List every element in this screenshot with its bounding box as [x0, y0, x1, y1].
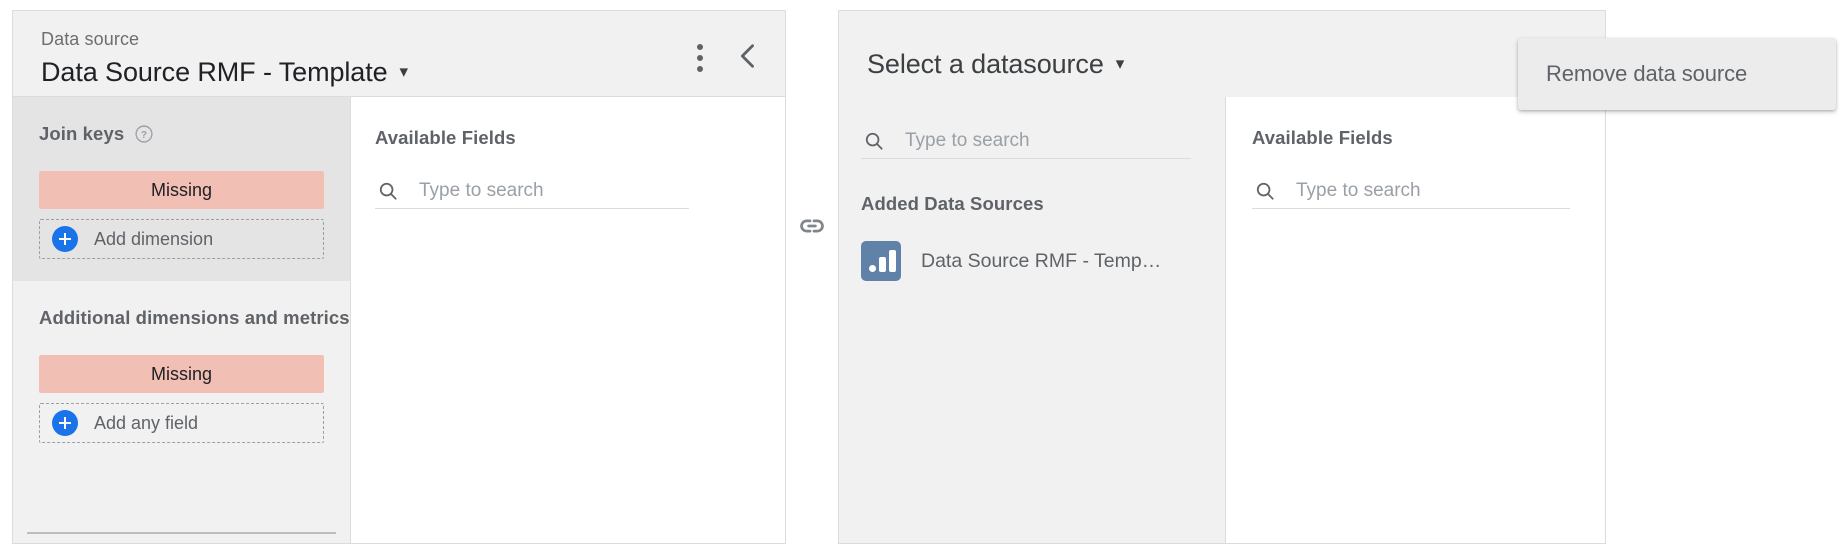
chevron-down-icon: ▾ [399, 62, 409, 81]
chart-bar [879, 257, 886, 272]
join-keys-label: Join keys [39, 123, 125, 144]
available-fields-panel-right: Available Fields Type to search [1225, 97, 1605, 543]
search-placeholder: Type to search [419, 179, 544, 201]
svg-text:?: ? [141, 130, 147, 141]
chevron-left-icon[interactable] [731, 39, 765, 73]
additional-fields-label: Additional dimensions and metrics [39, 307, 350, 328]
data-source-header: Data source Data Source RMF - Template ▾ [13, 11, 785, 97]
join-link-icon[interactable] [786, 206, 838, 246]
kebab-dot [697, 66, 703, 72]
data-source-selector[interactable]: Data Source RMF - Template ▾ [41, 57, 408, 88]
help-circle-icon[interactable]: ? [134, 124, 154, 144]
added-data-source-name: Data Source RMF - Temp… [921, 249, 1162, 272]
plus-icon [52, 226, 78, 252]
available-fields-search-left[interactable]: Type to search [375, 173, 689, 209]
remove-data-source-menu-item[interactable]: Remove data source [1518, 38, 1836, 110]
add-any-field-label: Add any field [94, 412, 199, 433]
more-vert-icon[interactable] [689, 44, 711, 72]
search-placeholder: Type to search [905, 129, 1030, 151]
kebab-dot [697, 55, 703, 61]
add-dimension-label: Add dimension [94, 228, 214, 249]
available-fields-search-right[interactable]: Type to search [1252, 173, 1570, 209]
added-data-sources-panel: Type to search Added Data Sources Data S… [839, 97, 1225, 543]
data-source-chart-icon [861, 241, 901, 281]
list-item[interactable]: Data Source RMF - Temp… [861, 241, 1225, 281]
missing-label: Missing [150, 179, 212, 200]
kebab-dot [697, 44, 703, 50]
available-fields-panel-left: Available Fields Type to search [351, 97, 785, 543]
datasource-search-input[interactable]: Type to search [861, 123, 1191, 159]
chart-bar [889, 250, 896, 272]
search-icon [377, 180, 399, 202]
join-configuration-panel: Join keys ? Missing Add dimension Additi… [13, 97, 351, 543]
additional-fields-title: Additional dimensions and metrics [39, 307, 350, 329]
added-data-sources-title: Added Data Sources [861, 193, 1044, 214]
join-keys-missing-chip[interactable]: Missing [39, 171, 324, 209]
select-datasource-card: Select a datasource ▾ Type to search Adde… [838, 10, 1606, 544]
search-placeholder: Type to search [1296, 179, 1421, 201]
missing-label: Missing [150, 363, 212, 384]
data-source-name: Data Source RMF - Template [41, 57, 388, 87]
plus-icon [52, 410, 78, 436]
chart-dot [869, 265, 876, 272]
add-dimension-button[interactable]: Add dimension [39, 219, 324, 259]
select-datasource-selector[interactable]: Select a datasource ▾ [867, 49, 1124, 80]
additional-fields-missing-chip[interactable]: Missing [39, 355, 324, 393]
additional-fields-section: Additional dimensions and metrics Missin… [13, 281, 350, 465]
search-icon [1254, 180, 1276, 202]
add-any-field-button[interactable]: Add any field [39, 403, 324, 443]
search-icon [863, 130, 885, 152]
data-source-label: Data source [41, 29, 140, 49]
data-source-body: Join keys ? Missing Add dimension Additi… [13, 97, 785, 543]
join-keys-section: Join keys ? Missing Add dimension [13, 97, 350, 281]
join-keys-title: Join keys ? [39, 123, 334, 145]
select-datasource-label: Select a datasource [867, 49, 1104, 79]
data-source-card: Data source Data Source RMF - Template ▾ … [12, 10, 786, 544]
select-datasource-header: Select a datasource ▾ [839, 11, 1605, 97]
available-fields-title: Available Fields [1252, 127, 1393, 148]
chevron-down-icon: ▾ [1115, 54, 1125, 73]
select-datasource-body: Type to search Added Data Sources Data S… [839, 97, 1605, 543]
remove-data-source-label: Remove data source [1546, 61, 1748, 86]
available-fields-title: Available Fields [375, 127, 516, 148]
